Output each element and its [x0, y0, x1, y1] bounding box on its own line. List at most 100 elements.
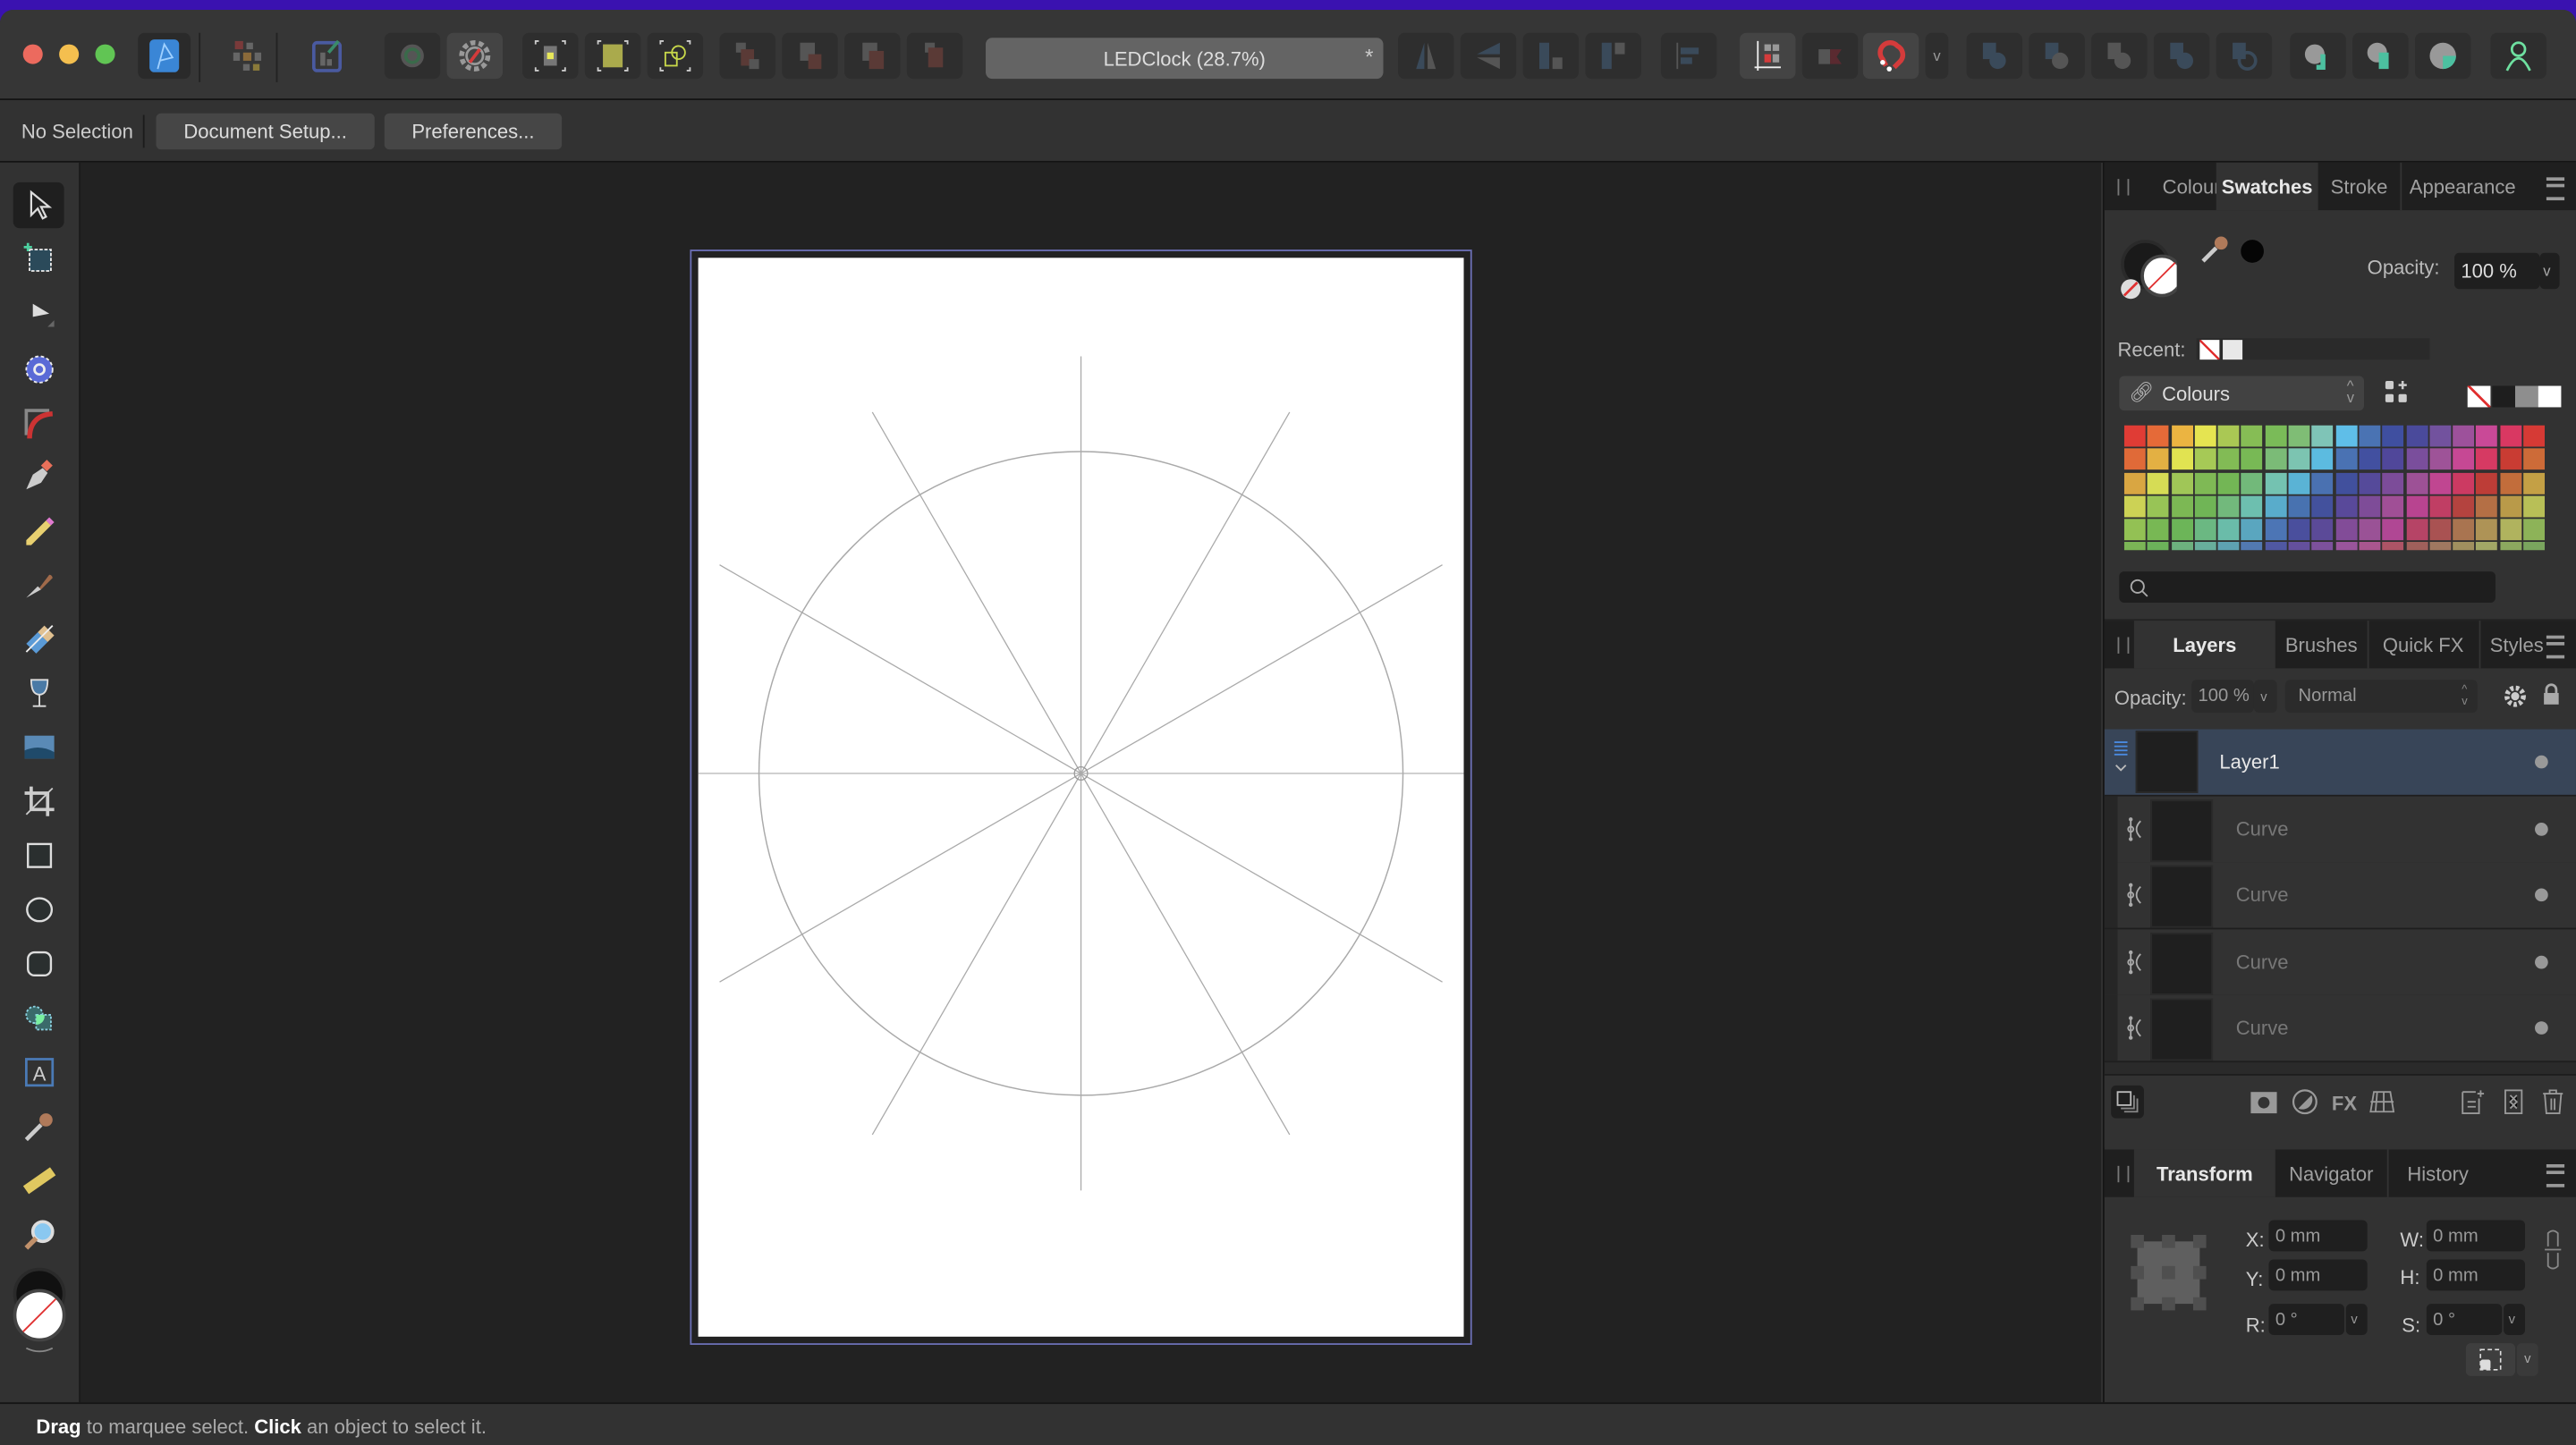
swatch[interactable]	[2241, 448, 2264, 470]
swatch[interactable]	[2194, 472, 2216, 494]
swatch[interactable]	[2523, 542, 2546, 551]
swatch[interactable]	[2148, 472, 2169, 494]
swatch[interactable]	[2123, 425, 2146, 447]
swatch[interactable]	[2429, 472, 2452, 494]
swatch[interactable]	[2265, 495, 2287, 518]
r-dropdown[interactable]: v	[2345, 1304, 2368, 1335]
swatch[interactable]	[2265, 425, 2287, 447]
document-tab[interactable]: LEDClock (28.7%) *	[986, 38, 1384, 80]
add-pixel-layer-icon[interactable]	[2460, 1089, 2486, 1115]
swatch[interactable]	[2217, 425, 2240, 447]
lock-aspect-ratio-icon[interactable]	[2545, 1229, 2562, 1272]
recent-swatch-white[interactable]	[2223, 340, 2243, 360]
transparency-tool[interactable]	[13, 670, 64, 715]
close-window-button[interactable]	[22, 44, 43, 64]
swatch[interactable]	[2382, 425, 2404, 447]
swatch[interactable]	[2123, 495, 2146, 518]
boolean-divide-button[interactable]	[2216, 32, 2273, 80]
swatch[interactable]	[2429, 495, 2452, 518]
swatch[interactable]	[2453, 472, 2475, 494]
swatch[interactable]	[2359, 495, 2381, 518]
tab-swatches[interactable]: Swatches	[2216, 162, 2318, 211]
swatch[interactable]	[2217, 519, 2240, 541]
move-tool[interactable]	[13, 182, 64, 229]
swatch[interactable]	[2241, 542, 2264, 551]
opacity-dropdown[interactable]: v	[2539, 252, 2560, 290]
swatch[interactable]	[2335, 542, 2358, 551]
swatch[interactable]	[2123, 519, 2146, 541]
arrange-forward-button[interactable]	[844, 32, 901, 80]
rotate-left-button[interactable]	[1522, 32, 1580, 80]
boolean-xor-button[interactable]	[2153, 32, 2210, 80]
panel-menu-icon[interactable]	[2546, 177, 2565, 201]
swatch[interactable]	[2499, 472, 2521, 494]
designer-persona-button[interactable]	[138, 32, 191, 80]
swatch[interactable]	[2265, 472, 2287, 494]
swatch[interactable]	[2171, 425, 2193, 447]
swatch[interactable]	[2405, 448, 2428, 470]
layer-settings-gear-icon[interactable]	[2504, 685, 2527, 708]
swatch[interactable]	[2476, 448, 2498, 470]
fill-stroke-well[interactable]	[2118, 228, 2184, 300]
vector-brush-tool[interactable]	[13, 562, 64, 607]
flip-horizontal-button[interactable]	[1398, 32, 1454, 80]
node-tool[interactable]	[13, 291, 64, 336]
panel-menu-icon[interactable]	[2546, 635, 2565, 659]
transform-bounds-button[interactable]	[647, 32, 704, 80]
tab-stroke[interactable]: Stroke	[2321, 163, 2396, 210]
align-button[interactable]	[1660, 32, 1717, 80]
pencil-tool[interactable]	[13, 507, 64, 553]
export-persona-button[interactable]	[299, 33, 354, 79]
swatch[interactable]	[2523, 519, 2546, 541]
lock-icon[interactable]	[2541, 683, 2561, 706]
artboard[interactable]	[698, 258, 1464, 1337]
swatch[interactable]	[2453, 495, 2475, 518]
panel-grip-icon[interactable]	[2117, 637, 2130, 654]
r-field[interactable]: 0 °	[2268, 1304, 2344, 1335]
boolean-add-button[interactable]	[1966, 32, 2022, 80]
swatch[interactable]	[2288, 425, 2310, 447]
clock-guide-drawing[interactable]	[698, 258, 1464, 1337]
assistant-button[interactable]	[2490, 32, 2546, 80]
quick-swatch-white[interactable]	[2538, 385, 2562, 408]
swatch[interactable]	[2453, 519, 2475, 541]
layer-expand-icon[interactable]	[2111, 739, 2131, 774]
swatch[interactable]	[2123, 472, 2146, 494]
swatch[interactable]	[2148, 495, 2169, 518]
swatch-search-input[interactable]	[2119, 571, 2496, 603]
pixel-align-button[interactable]	[584, 32, 641, 80]
preferences-button[interactable]: Preferences...	[384, 113, 563, 150]
recent-swatch-none[interactable]	[2199, 340, 2220, 360]
tab-layers[interactable]: Layers	[2133, 621, 2275, 669]
layer-row[interactable]: Layer1	[2104, 729, 2576, 797]
swatch[interactable]	[2382, 472, 2404, 494]
s-dropdown[interactable]: v	[2504, 1304, 2526, 1335]
swatch[interactable]	[2217, 472, 2240, 494]
panel-menu-icon[interactable]	[2546, 1164, 2565, 1187]
swatch[interactable]	[2288, 542, 2310, 551]
swatch[interactable]	[2476, 425, 2498, 447]
quick-swatch-black[interactable]	[2492, 385, 2515, 408]
swatch[interactable]	[2359, 448, 2381, 470]
artistic-text-tool[interactable]: A	[13, 1049, 64, 1094]
picked-colour-well[interactable]	[2239, 238, 2266, 265]
x-field[interactable]: 0 mm	[2268, 1220, 2368, 1252]
arrange-front-button[interactable]	[906, 32, 963, 80]
swatch[interactable]	[2359, 542, 2381, 551]
arrange-back-button[interactable]	[719, 32, 775, 80]
mask-layer-icon[interactable]	[2250, 1089, 2277, 1115]
swatch[interactable]	[2523, 425, 2546, 447]
add-palette-button[interactable]	[2384, 379, 2410, 414]
swatch[interactable]	[2171, 542, 2193, 551]
swatch[interactable]	[2499, 519, 2521, 541]
swatch[interactable]	[2405, 425, 2428, 447]
swatch[interactable]	[2194, 495, 2216, 518]
tab-history[interactable]: History	[2386, 1149, 2487, 1197]
snapping-button[interactable]	[1862, 32, 1919, 80]
swatch[interactable]	[2476, 495, 2498, 518]
swatch[interactable]	[2311, 519, 2334, 541]
swatch[interactable]	[2405, 519, 2428, 541]
layer-options-button[interactable]	[2111, 1085, 2144, 1119]
shape-builder-tool[interactable]	[13, 995, 64, 1041]
pixel-grid-button[interactable]	[522, 32, 579, 80]
